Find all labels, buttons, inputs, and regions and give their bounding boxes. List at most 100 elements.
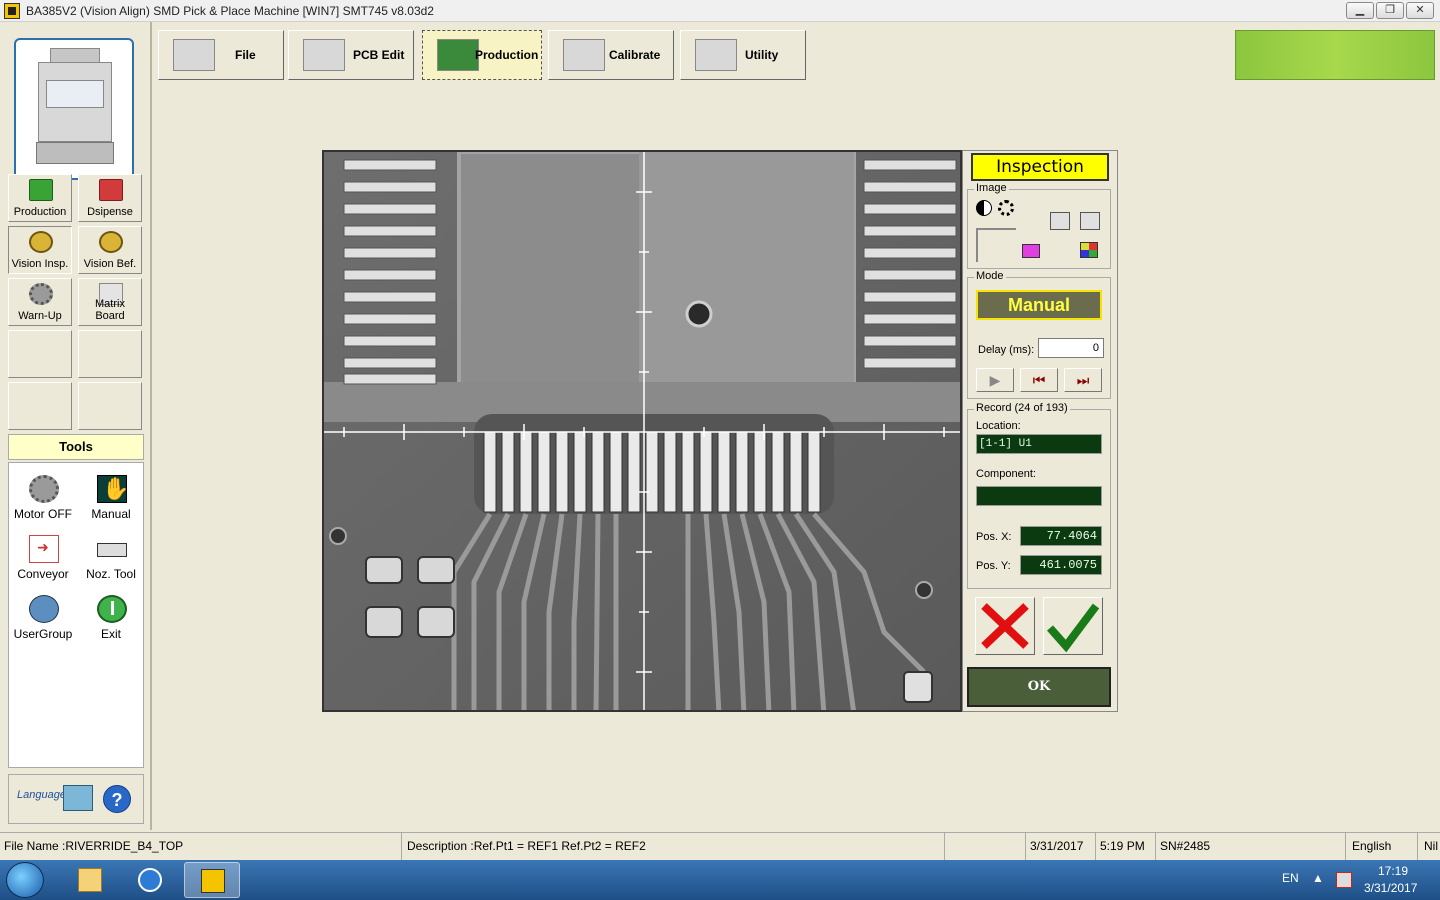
tools-panel: Motor OFF Manual Conveyor Noz. Tool User…: [8, 462, 144, 768]
restore-button[interactable]: ❐: [1376, 2, 1404, 19]
minimize-button[interactable]: ▁: [1346, 2, 1374, 19]
image-copy-icon[interactable]: [1050, 212, 1070, 230]
empty-slot-button[interactable]: [78, 382, 142, 430]
status-indicator: [1235, 30, 1435, 80]
empty-slot-button[interactable]: [8, 382, 72, 430]
crosshair-tool-icon[interactable]: [976, 228, 1016, 262]
component-label: Component:: [976, 468, 1036, 480]
utility-icon: [695, 39, 737, 71]
taskbar: EN ▲ 17:19 3/31/2017: [0, 860, 1440, 900]
vision-insp-button[interactable]: Vision Insp.: [8, 226, 72, 274]
network-tray-icon[interactable]: [1336, 872, 1352, 888]
teamviewer-taskbar-button[interactable]: [122, 862, 178, 898]
previous-button[interactable]: ⏮: [1020, 368, 1058, 392]
empty-status: [946, 833, 1026, 860]
delay-input[interactable]: [1038, 338, 1104, 358]
calibrate-button[interactable]: Calibrate: [548, 30, 674, 80]
conveyor-button[interactable]: Conveyor: [11, 529, 75, 583]
image-swap-icon[interactable]: [1080, 212, 1100, 230]
user-group-button[interactable]: UserGroup: [11, 589, 75, 643]
dispense-button[interactable]: Dsipense: [78, 174, 142, 222]
matrix-board-button[interactable]: Matrix Board: [78, 278, 142, 326]
smt-app-icon: [201, 869, 225, 893]
left-panel: Production Dsipense Vision Insp. Vision …: [0, 22, 152, 830]
checkmark-icon: [1047, 603, 1100, 653]
vision-bef-button[interactable]: Vision Bef.: [78, 226, 142, 274]
user-icon: [29, 595, 59, 623]
hand-icon: [97, 475, 129, 503]
brightness-icon[interactable]: [998, 200, 1014, 216]
time-status: 5:19 PM: [1096, 833, 1156, 860]
dispense-icon: [99, 179, 123, 201]
color-pick-icon[interactable]: [1022, 244, 1040, 258]
reject-icon: [981, 603, 1029, 649]
floppy-icon: [173, 39, 215, 71]
explorer-taskbar-button[interactable]: [62, 862, 118, 898]
main-toolbar: File PCB Edit Production Calibrate Utili…: [152, 22, 1440, 86]
pos-x-field: 77.4064: [1020, 526, 1102, 546]
language-button[interactable]: Language: [17, 789, 66, 801]
pos-y-field: 461.0075: [1020, 555, 1102, 575]
ok-button[interactable]: OK: [967, 667, 1111, 707]
title-bar: BA385V2 (Vision Align) SMD Pick & Place …: [0, 0, 1440, 22]
pcb-edit-button[interactable]: PCB Edit: [288, 30, 414, 80]
inspection-title: Inspection: [971, 153, 1109, 181]
serial-status: SN#2485: [1156, 833, 1346, 860]
component-field: [976, 486, 1102, 506]
empty-slot-button[interactable]: [78, 330, 142, 378]
utility-button[interactable]: Utility: [680, 30, 806, 80]
network-icon[interactable]: [63, 785, 93, 811]
camera-view[interactable]: [322, 150, 962, 712]
pos-x-label: Pos. X:: [976, 531, 1012, 543]
target-icon: [29, 231, 53, 253]
pcb-edit-icon: [303, 39, 345, 71]
color-grid-icon[interactable]: [1080, 242, 1098, 258]
nozzle-icon: [97, 543, 127, 557]
motor-off-button[interactable]: Motor OFF: [11, 469, 75, 523]
location-field: [1-1] U1: [976, 434, 1102, 454]
help-icon[interactable]: ?: [103, 785, 131, 813]
input-language[interactable]: EN: [1282, 871, 1299, 885]
accept-button[interactable]: [1043, 597, 1103, 655]
production-icon: [29, 179, 53, 201]
file-name-status: File Name :RIVERRIDE_B4_TOP: [0, 833, 402, 860]
record-group: Record (24 of 193) Location: [1-1] U1 Co…: [967, 402, 1111, 589]
extra-status: Nil: [1424, 839, 1438, 853]
pcb-camera-image: [324, 152, 960, 710]
next-button[interactable]: ⏭: [1064, 368, 1102, 392]
delay-label: Delay (ms):: [978, 344, 1035, 356]
motor-icon: [29, 475, 59, 503]
teamviewer-icon: [138, 868, 162, 892]
production-mode-button[interactable]: Production: [8, 174, 72, 222]
status-bar: File Name :RIVERRIDE_B4_TOP Description …: [0, 832, 1440, 860]
bottom-tools: Language ?: [8, 774, 144, 824]
clock-time[interactable]: 17:19: [1378, 864, 1408, 878]
close-button[interactable]: ✕: [1406, 2, 1434, 19]
tray-arrow-icon[interactable]: ▲: [1312, 871, 1324, 885]
file-button[interactable]: File: [158, 30, 284, 80]
smt-app-taskbar-button[interactable]: [184, 862, 240, 898]
machine-image: [14, 38, 134, 180]
location-label: Location:: [976, 420, 1021, 432]
tools-header: Tools: [8, 434, 144, 460]
image-group: Image: [967, 182, 1111, 269]
target-icon: [99, 231, 123, 253]
play-button[interactable]: ▶: [976, 368, 1014, 392]
contrast-icon[interactable]: [976, 200, 992, 216]
manual-button[interactable]: Manual: [79, 469, 143, 523]
app-icon: [4, 2, 20, 19]
date-status: 3/31/2017: [1026, 833, 1096, 860]
inspection-panel: Inspection Image Mode Manual Delay (ms):…: [962, 150, 1118, 712]
mode-manual-button[interactable]: Manual: [976, 290, 1102, 320]
exit-button[interactable]: Exit: [79, 589, 143, 643]
warm-up-button[interactable]: Warn-Up: [8, 278, 72, 326]
production-tab-button[interactable]: Production: [422, 30, 542, 80]
gear-icon: [29, 283, 53, 305]
start-button[interactable]: [6, 862, 44, 898]
calibrate-icon: [563, 39, 605, 71]
function-grid: Production Dsipense Vision Insp. Vision …: [8, 174, 142, 430]
clock-date[interactable]: 3/31/2017: [1364, 881, 1417, 895]
reject-button[interactable]: [975, 597, 1035, 655]
empty-slot-button[interactable]: [8, 330, 72, 378]
nozzle-tool-button[interactable]: Noz. Tool: [79, 529, 143, 583]
